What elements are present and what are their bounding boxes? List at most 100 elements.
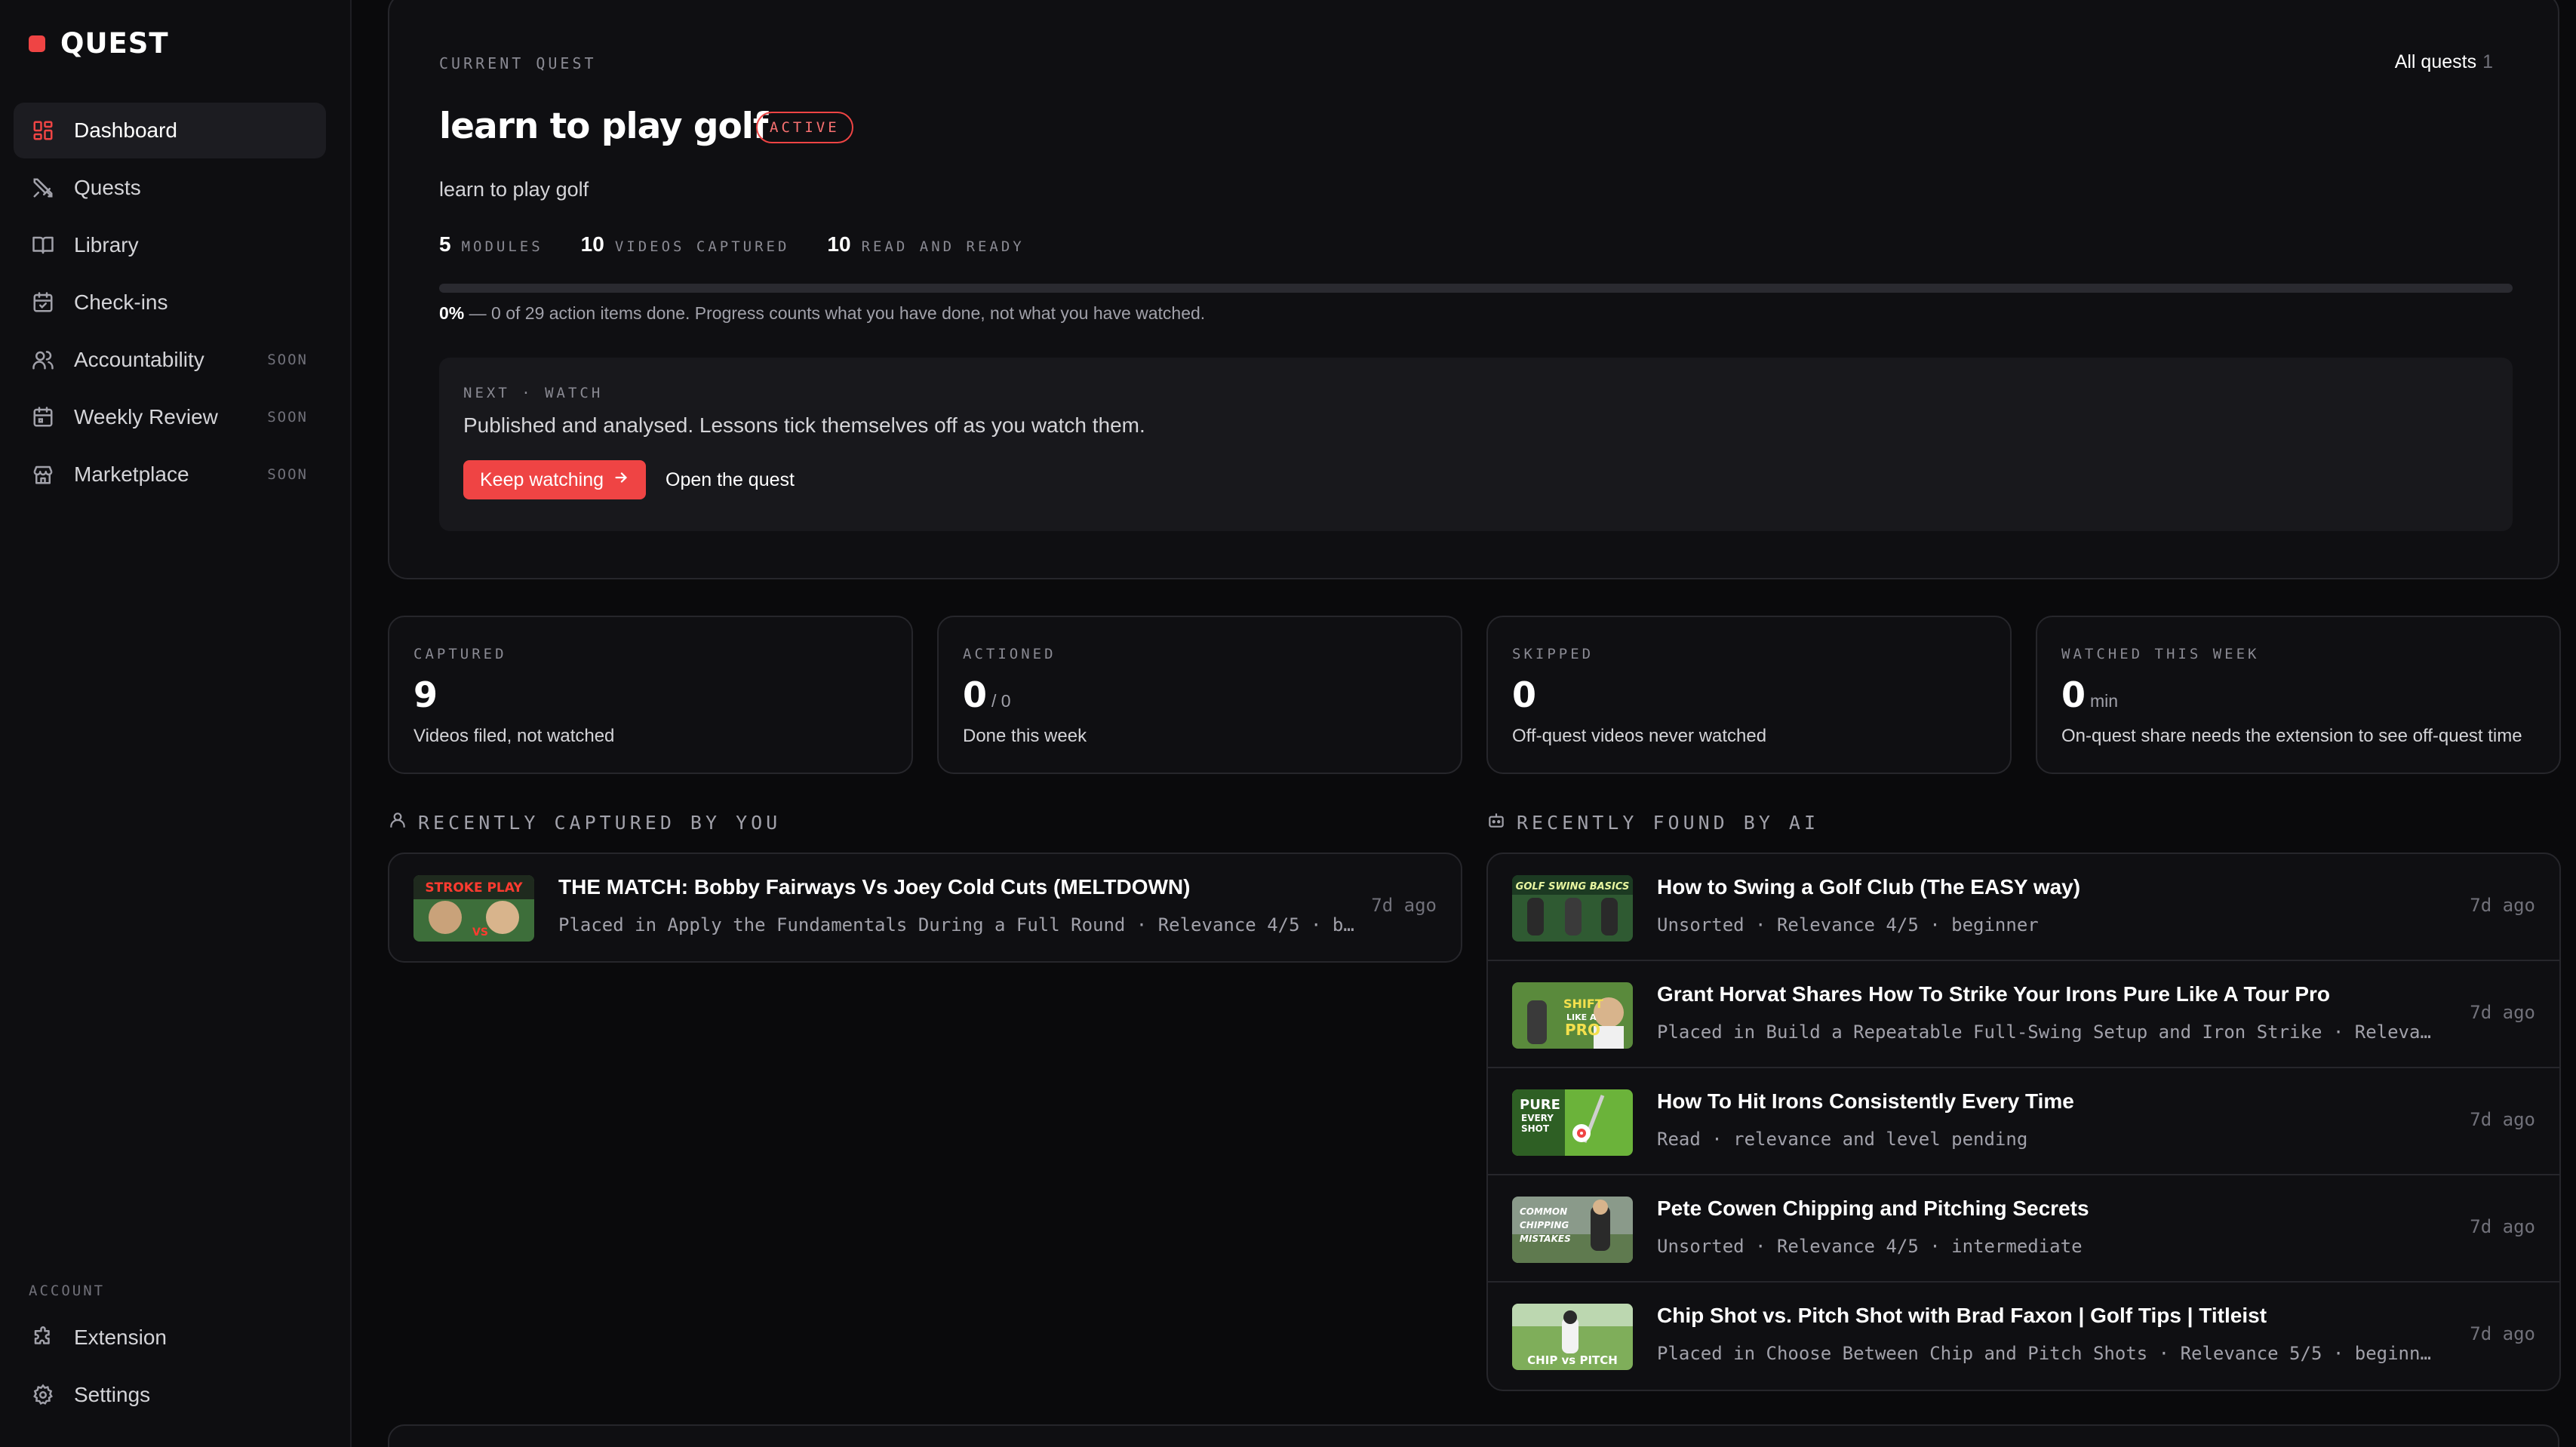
section-title: RECENTLY FOUND BY AI — [1517, 811, 1820, 834]
list-item[interactable]: COMMON CHIPPING MISTAKES Pete Cowen Chip… — [1488, 1175, 2559, 1283]
svg-text:STROKE PLAY: STROKE PLAY — [425, 880, 523, 896]
video-meta: Read · relevance and level pending — [1657, 1129, 2028, 1150]
progress-text: 0% — 0 of 29 action items done. Progress… — [439, 303, 1205, 324]
quest-stat-ready: 10 READ AND READY — [827, 232, 1024, 257]
next-section-card — [388, 1424, 2559, 1447]
all-quests-count: 1 — [2482, 51, 2493, 72]
svg-text:PURE: PURE — [1520, 1097, 1560, 1113]
stat-card-sub: Off-quest videos never watched — [1512, 726, 1767, 746]
sidebar-item-label: Settings — [74, 1383, 151, 1406]
gear-icon — [30, 1382, 56, 1408]
all-quests-label: All quests — [2394, 51, 2477, 72]
video-time: 7d ago — [2470, 1216, 2535, 1237]
svg-text:GOLF SWING BASICS: GOLF SWING BASICS — [1516, 881, 1630, 892]
arrow-right-icon — [613, 469, 629, 491]
account-section-label: ACCOUNT — [29, 1283, 106, 1299]
current-quest-card: CURRENT QUEST All quests 1 learn to play … — [388, 0, 2559, 579]
stat-card-sub: Videos filed, not watched — [413, 726, 615, 746]
open-quest-button[interactable]: Open the quest — [666, 469, 795, 491]
svg-text:SHIFT: SHIFT — [1563, 997, 1603, 1011]
swords-icon — [30, 175, 56, 201]
video-thumbnail: PURE EVERY SHOT — [1512, 1089, 1633, 1156]
sidebar-item-check-ins[interactable]: Check-ins — [14, 275, 326, 330]
svg-text:PRO: PRO — [1565, 1021, 1600, 1039]
brand-name: QUEST — [60, 27, 169, 60]
sidebar-item-label: Accountability — [74, 348, 204, 371]
sidebar-item-label: Dashboard — [74, 118, 177, 142]
video-time: 7d ago — [1371, 895, 1437, 916]
puzzle-icon — [30, 1325, 56, 1350]
sidebar-item-library[interactable]: Library — [14, 217, 326, 273]
list-item[interactable]: STROKE PLAY VS THE MATCH: Bobby Fairways… — [389, 854, 1461, 961]
current-quest-label: CURRENT QUEST — [439, 54, 597, 72]
stat-value: 10 — [827, 232, 851, 256]
sidebar-item-quests[interactable]: Quests — [14, 160, 326, 216]
sidebar: QUEST Dashboard Quests Library Check-ins — [0, 0, 352, 1447]
found-list: GOLF SWING BASICS How to Swing a Golf Cl… — [1486, 853, 2561, 1391]
sidebar-item-dashboard[interactable]: Dashboard — [14, 103, 326, 158]
grid-icon — [30, 118, 56, 143]
keep-watching-button[interactable]: Keep watching — [463, 460, 647, 499]
sidebar-item-weekly-review[interactable]: Weekly Review SOON — [14, 389, 326, 445]
stat-card-value: 9 — [413, 674, 442, 715]
quest-subtitle: learn to play golf — [439, 178, 589, 201]
stat-label: READ AND READY — [861, 238, 1025, 255]
soon-badge: SOON — [267, 466, 308, 483]
bot-icon — [1486, 810, 1506, 834]
svg-text:EVERY: EVERY — [1521, 1113, 1554, 1123]
stat-card-label: SKIPPED — [1512, 646, 1594, 662]
next-action-panel: NEXT · WATCH Published and analysed. Les… — [439, 358, 2513, 531]
video-meta: Unsorted · Relevance 4/5 · intermediate — [1657, 1236, 2083, 1257]
video-title: THE MATCH: Bobby Fairways Vs Joey Cold C… — [558, 875, 1191, 899]
stat-card-label: CAPTURED — [413, 646, 507, 662]
account-nav: Extension Settings — [14, 1310, 326, 1424]
video-time: 7d ago — [2470, 895, 2535, 916]
video-thumbnail: COMMON CHIPPING MISTAKES — [1512, 1197, 1633, 1263]
stat-card-label: WATCHED THIS WEEK — [2061, 646, 2260, 662]
video-time: 7d ago — [2470, 1323, 2535, 1344]
video-meta: Placed in Choose Between Chip and Pitch … — [1657, 1343, 2442, 1364]
quest-stat-modules: 5 MODULES — [439, 232, 543, 257]
sidebar-item-label: Weekly Review — [74, 405, 218, 429]
calendar-check-icon — [30, 290, 56, 315]
brand-logo[interactable]: QUEST — [29, 27, 169, 60]
video-title: Chip Shot vs. Pitch Shot with Brad Faxon… — [1657, 1304, 2267, 1327]
sidebar-item-label: Quests — [74, 176, 141, 199]
keep-watching-label: Keep watching — [480, 469, 604, 490]
stat-card-captured: CAPTURED 9 Videos filed, not watched — [388, 616, 913, 774]
video-meta: Placed in Apply the Fundamentals During … — [558, 914, 1358, 935]
sidebar-item-settings[interactable]: Settings — [14, 1367, 326, 1423]
stat-card-label: ACTIONED — [963, 646, 1056, 662]
brand-mark-icon — [29, 35, 45, 52]
store-icon — [30, 462, 56, 487]
svg-text:MISTAKES: MISTAKES — [1520, 1233, 1571, 1244]
list-item[interactable]: SHIFT LIKE A PRO Grant Horvat Shares How… — [1488, 961, 2559, 1068]
stat-card-unit: / 0 — [991, 691, 1011, 711]
stat-card-number: 0 — [2061, 674, 2086, 715]
sidebar-item-extension[interactable]: Extension — [14, 1310, 326, 1366]
sidebar-item-label: Check-ins — [74, 290, 168, 314]
all-quests-link[interactable]: All quests 1 — [2395, 51, 2493, 73]
quest-stat-videos: 10 VIDEOS CAPTURED — [581, 232, 790, 257]
stat-label: VIDEOS CAPTURED — [614, 238, 790, 255]
soon-badge: SOON — [267, 409, 308, 425]
sidebar-item-accountability[interactable]: Accountability SOON — [14, 332, 326, 388]
list-item[interactable]: CHIP vs PITCH Chip Shot vs. Pitch Shot w… — [1488, 1283, 2559, 1390]
video-title: Pete Cowen Chipping and Pitching Secrets — [1657, 1197, 2089, 1220]
quest-progress-bar — [439, 284, 2513, 293]
svg-text:SHOT: SHOT — [1521, 1123, 1550, 1134]
calendar-icon — [30, 404, 56, 430]
quest-title: learn to play golf — [439, 106, 768, 147]
list-item[interactable]: GOLF SWING BASICS How to Swing a Golf Cl… — [1488, 854, 2559, 961]
stat-card-number: 0 — [963, 674, 988, 715]
video-thumbnail: GOLF SWING BASICS — [1512, 875, 1633, 942]
stat-card-value: 0/ 0 — [963, 674, 1011, 715]
video-title: How to Swing a Golf Club (The EASY way) — [1657, 875, 2081, 899]
sidebar-item-marketplace[interactable]: Marketplace SOON — [14, 447, 326, 502]
stat-card-sub: Done this week — [963, 726, 1087, 746]
video-meta: Placed in Build a Repeatable Full-Swing … — [1657, 1022, 2442, 1043]
list-item[interactable]: PURE EVERY SHOT How To Hit Irons Consist… — [1488, 1068, 2559, 1175]
status-badge: ACTIVE — [756, 112, 853, 143]
captured-section-heading: RECENTLY CAPTURED BY YOU — [388, 810, 781, 834]
sidebar-item-label: Library — [74, 233, 139, 257]
